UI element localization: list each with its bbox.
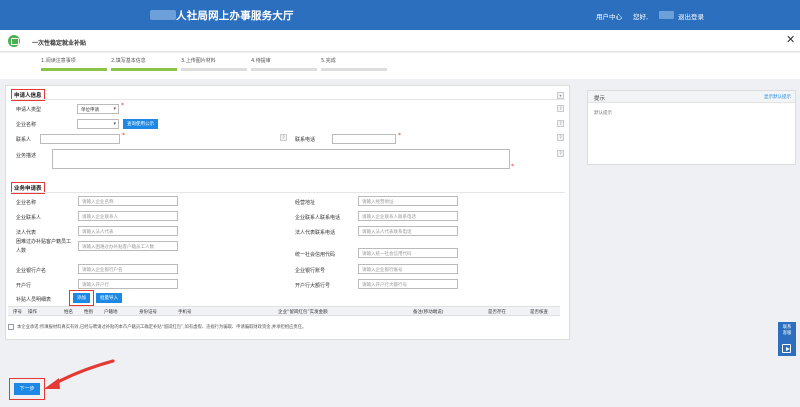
column-header: 身份证号 [139, 310, 157, 315]
help-icon[interactable]: ? [557, 120, 564, 127]
step-2-bar [111, 68, 177, 71]
user-center-link[interactable]: 用户中心 [596, 11, 622, 21]
contact-person-input[interactable] [40, 134, 120, 144]
step-5-label: 5.完成 [321, 58, 336, 64]
show-default-tips-link[interactable]: 显示默认提示 [764, 94, 791, 100]
subsidy-list-label: 补贴人员明细表 [16, 297, 52, 303]
bank-account-number-label: 企业银行账号 [295, 268, 326, 274]
add-button[interactable]: 添加 [73, 293, 90, 303]
credit-code-input[interactable]: 请输入统一社会信用代码 [358, 248, 458, 258]
column-header: 是否存在 [488, 310, 506, 315]
step-1-label: 1.阅读注意事项 [41, 58, 76, 64]
document-icon [8, 35, 20, 47]
required-marker: * [121, 102, 124, 109]
subsidy-table-header: 序号 操作 姓名 性别 户籍地 身份证号 手机号 企业“留岗红包”实发金额 备注… [8, 306, 560, 316]
tips-panel: 提示 显示默认提示 默认提示 [587, 90, 796, 165]
business-address-input[interactable]: 请输入经营地址 [358, 196, 458, 206]
required-marker: * [398, 132, 401, 139]
query-public-button[interactable]: 查询使用公示 [123, 119, 158, 129]
top-header: 人社局网上办事服务大厅 用户中心 您好, 退出登录 [0, 0, 800, 30]
column-header: 企业“留岗红包”实发金额 [278, 310, 328, 315]
tips-title: 提示 [594, 96, 606, 102]
employee-count-input[interactable]: 请输入困难过办补贴客户籍员工人数 [78, 241, 178, 251]
widget-label-line2: 客服 [782, 331, 792, 336]
logout-link[interactable]: 退出登录 [678, 11, 704, 21]
help-icon[interactable]: ? [557, 105, 564, 112]
legal-rep-phone-input[interactable]: 请输入法人代表联系电话 [358, 226, 458, 236]
column-header: 姓名 [64, 310, 73, 315]
column-header: 是否核查 [530, 310, 548, 315]
bank-account-name-label: 企业银行户名 [16, 268, 47, 274]
applicant-type-select[interactable]: 单位申请 [77, 104, 119, 114]
column-header: 备注(移动端说) [413, 310, 444, 315]
company-name-input[interactable]: 请输入企业名称 [78, 196, 178, 206]
company-name-label: 企业名称 [16, 122, 37, 128]
agreement-text: 本企业承诺:所填报材料真实有效,已经与聘请过补贴的本市户籍员工确定补贴“留岗红包… [17, 325, 307, 330]
applicant-type-label: 申请人类型 [16, 107, 42, 113]
contact-person-label: 联系人 [16, 137, 32, 143]
help-icon[interactable]: ? [557, 134, 564, 141]
column-header: 手机号 [178, 310, 192, 315]
collapse-icon[interactable]: ▾ [557, 92, 564, 99]
bank-branch-input[interactable]: 请输入开户行 [78, 279, 178, 289]
company-contact-phone-input[interactable]: 请输入企业联系人联系电话 [358, 211, 458, 221]
required-marker: * [511, 163, 514, 170]
tips-panel-header: 提示 显示默认提示 [588, 91, 795, 103]
company-name-select[interactable] [77, 119, 119, 129]
site-title: 人社局网上办事服务大厅 [176, 10, 294, 22]
site-logo-blurred [150, 10, 176, 20]
section-divider [11, 192, 565, 193]
progress-steps: 1.阅读注意事项 2.填写基本信息 3.上传图片材料 4.待提审 5.完成 [0, 53, 800, 79]
batch-import-button[interactable]: 批量导入 [96, 293, 122, 303]
bank-account-name-input[interactable]: 请输入企业银行户名 [78, 264, 178, 274]
legal-rep-input[interactable]: 请输入法人代表 [78, 226, 178, 236]
column-header: 户籍地 [104, 310, 118, 315]
company-contact-phone-label: 企业联系人联系电话 [295, 215, 341, 221]
business-desc-textarea[interactable] [52, 149, 510, 169]
legal-rep-label: 法人代表 [16, 230, 37, 236]
next-step-button[interactable]: 下一步 [14, 383, 40, 395]
required-marker: * [122, 132, 125, 139]
help-icon[interactable]: ? [280, 134, 287, 141]
greeting-text: 您好, [633, 13, 649, 21]
credit-code-label: 统一社会信用代码 [295, 252, 336, 258]
step-2-label: 2.填写基本信息 [111, 58, 146, 64]
employee-count-label: 困难过办补贴客户籍员工人数 [16, 239, 72, 254]
column-header: 操作 [28, 310, 37, 315]
section-divider [11, 99, 565, 100]
customer-service-widget[interactable]: 联系 客服 [778, 322, 796, 356]
bank-code-input[interactable]: 请输入开户行大额行号 [358, 279, 458, 289]
agreement-row: 本企业承诺:所填报材料真实有效,已经与聘请过补贴的本市户籍员工确定补贴“留岗红包… [8, 323, 560, 333]
business-desc-label: 业务描述 [16, 153, 37, 159]
help-icon[interactable]: ? [557, 150, 564, 157]
bank-branch-label: 开户行 [16, 283, 32, 289]
company-contact-label: 企业联系人 [16, 215, 42, 221]
business-address-label: 经营地址 [295, 200, 316, 206]
step-4-bar [251, 68, 317, 71]
step-3-bar [181, 68, 247, 71]
company-name-label: 企业名称 [16, 200, 37, 206]
contact-phone-input[interactable] [332, 134, 396, 144]
username-blurred [659, 11, 674, 19]
tips-body: 默认提示 [594, 111, 612, 116]
close-icon[interactable]: ✕ [786, 33, 795, 46]
agreement-checkbox[interactable] [8, 324, 14, 330]
step-3-label: 3.上传图片材料 [181, 58, 216, 64]
legal-rep-phone-label: 法人代表联系电话 [295, 230, 336, 236]
step-5-bar [321, 68, 387, 71]
contact-phone-label: 联系电话 [295, 137, 316, 143]
company-contact-input[interactable]: 请输入企业联系人 [78, 211, 178, 221]
step-1-bar [41, 68, 107, 71]
bank-account-number-input[interactable]: 请输入企业银行账号 [358, 264, 458, 274]
column-header: 性别 [84, 310, 93, 315]
page-title-bar: 一次性稳定就业补贴 ✕ [0, 30, 800, 52]
page-title: 一次性稳定就业补贴 [32, 40, 87, 47]
column-header: 序号 [13, 310, 22, 315]
bank-code-label: 开户行大额行号 [295, 283, 331, 289]
play-icon[interactable] [782, 344, 791, 353]
application-form: 申请人信息 ▾ 申请人类型 单位申请 * ? 企业名称 查询使用公示 ? 联系人… [5, 85, 570, 340]
annotation-arrow-icon [44, 359, 115, 389]
step-4-label: 4.待提审 [251, 58, 271, 64]
